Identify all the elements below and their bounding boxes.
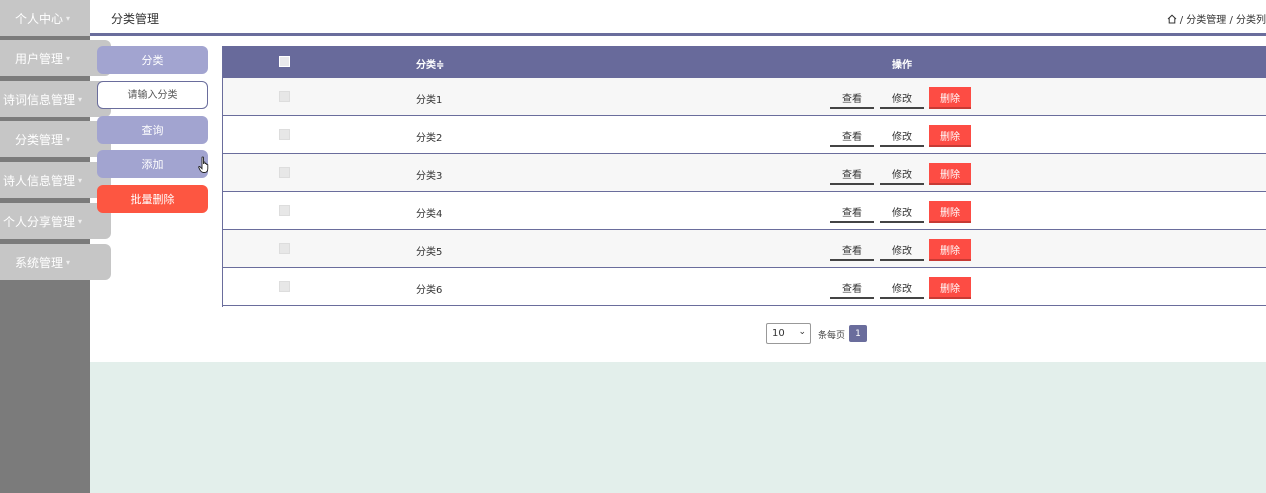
chevron-down-icon: ⌄ — [798, 327, 806, 337]
edit-button[interactable]: 修改 — [880, 201, 924, 223]
view-button[interactable]: 查看 — [830, 87, 874, 109]
column-header-operation: 操作 — [892, 60, 912, 71]
row-checkbox[interactable] — [279, 129, 290, 140]
delete-button[interactable]: 删除 — [929, 277, 971, 299]
search-input[interactable] — [97, 81, 208, 109]
chevron-down-icon: ▾ — [66, 134, 71, 144]
table-header: 分类≑ 操作 — [223, 46, 1266, 78]
category-name: 分类5 — [416, 247, 443, 258]
page-size-select[interactable]: 10 ⌄ — [766, 323, 811, 344]
table-row: 分类4 查看 修改 删除 — [223, 192, 1266, 230]
table-row: 分类2 查看 修改 删除 — [223, 116, 1266, 154]
column-header-category[interactable]: 分类≑ — [416, 56, 444, 71]
sidebar-item-label: 系统管理 — [14, 255, 63, 270]
table-row: 分类5 查看 修改 删除 — [223, 230, 1266, 268]
row-checkbox[interactable] — [279, 91, 290, 102]
sidebar-item-label: 分类管理 — [14, 132, 63, 147]
sidebar-item-poet-info[interactable]: 诗人信息管理 ▾ — [0, 162, 111, 198]
sidebar-item-poem-info[interactable]: 诗词信息管理 ▾ — [0, 81, 111, 117]
category-name: 分类4 — [416, 209, 443, 220]
table-row: 分类1 查看 修改 删除 — [223, 78, 1266, 116]
edit-button[interactable]: 修改 — [880, 87, 924, 109]
sidebar-item-label: 个人分享管理 — [2, 214, 75, 229]
sidebar-item-category-management[interactable]: 分类管理 ▾ — [0, 121, 111, 157]
delete-button[interactable]: 删除 — [929, 163, 971, 185]
view-button[interactable]: 查看 — [830, 239, 874, 261]
edit-button[interactable]: 修改 — [880, 125, 924, 147]
category-name: 分类2 — [416, 133, 443, 144]
sidebar-item-label: 个人中心 — [14, 11, 63, 26]
breadcrumb: / 分类管理 / 分类列 — [1167, 11, 1266, 26]
chevron-down-icon: ▾ — [78, 216, 83, 226]
query-button[interactable]: 查询 — [97, 116, 208, 144]
sidebar-item-label: 用户管理 — [14, 51, 63, 66]
chevron-down-icon: ▾ — [78, 175, 83, 185]
chevron-down-icon: ▾ — [66, 13, 71, 23]
home-icon[interactable] — [1167, 14, 1177, 24]
batch-delete-button[interactable]: 批量删除 — [97, 185, 208, 213]
category-table: 分类≑ 操作 分类1 查看 修改 删除 分类2 查看 修改 删除 分类3 查看 … — [222, 46, 1266, 307]
sidebar-item-label: 诗人信息管理 — [2, 173, 75, 188]
delete-button[interactable]: 删除 — [929, 87, 971, 109]
edit-button[interactable]: 修改 — [880, 277, 924, 299]
category-name: 分类3 — [416, 171, 443, 182]
category-name: 分类6 — [416, 285, 443, 296]
row-checkbox[interactable] — [279, 281, 290, 292]
table-row: 分类3 查看 修改 删除 — [223, 154, 1266, 192]
view-button[interactable]: 查看 — [830, 277, 874, 299]
view-button[interactable]: 查看 — [830, 163, 874, 185]
row-checkbox[interactable] — [279, 243, 290, 254]
chevron-down-icon: ▾ — [78, 94, 83, 104]
chevron-down-icon: ▾ — [66, 53, 71, 63]
add-button[interactable]: 添加 — [97, 150, 208, 178]
footer-band — [90, 362, 1266, 493]
sidebar-item-label: 诗词信息管理 — [2, 92, 75, 107]
chevron-down-icon: ▾ — [66, 257, 71, 267]
per-page-label: 条每页 — [818, 331, 846, 341]
hand-cursor-icon — [198, 156, 209, 173]
edit-button[interactable]: 修改 — [880, 239, 924, 261]
select-all-checkbox[interactable] — [279, 56, 290, 67]
view-button[interactable]: 查看 — [830, 125, 874, 147]
sidebar: 个人中心 ▾ 用户管理 ▾ 诗词信息管理 ▾ 分类管理 ▾ 诗人信息管理 ▾ 个人分享管理… — [0, 0, 111, 493]
view-button[interactable]: 查看 — [830, 201, 874, 223]
table-row: 分类6 查看 修改 删除 — [223, 268, 1266, 306]
row-checkbox[interactable] — [279, 167, 290, 178]
row-checkbox[interactable] — [279, 205, 290, 216]
category-button[interactable]: 分类 — [97, 46, 208, 74]
delete-button[interactable]: 删除 — [929, 239, 971, 261]
header: 分类管理 / 分类管理 / 分类列 — [90, 0, 1266, 36]
category-name: 分类1 — [416, 95, 443, 106]
breadcrumb-path: / 分类管理 / 分类列 — [1179, 15, 1266, 26]
sidebar-item-personal-share[interactable]: 个人分享管理 ▾ — [0, 203, 111, 239]
edit-button[interactable]: 修改 — [880, 163, 924, 185]
page-title: 分类管理 — [111, 12, 160, 26]
delete-button[interactable]: 删除 — [929, 201, 971, 223]
page-size-value: 10 — [772, 328, 785, 339]
delete-button[interactable]: 删除 — [929, 125, 971, 147]
sidebar-item-system-management[interactable]: 系统管理 ▾ — [0, 244, 111, 280]
sidebar-item-user-management[interactable]: 用户管理 ▾ — [0, 40, 111, 76]
page-button-current[interactable]: 1 — [849, 325, 867, 342]
